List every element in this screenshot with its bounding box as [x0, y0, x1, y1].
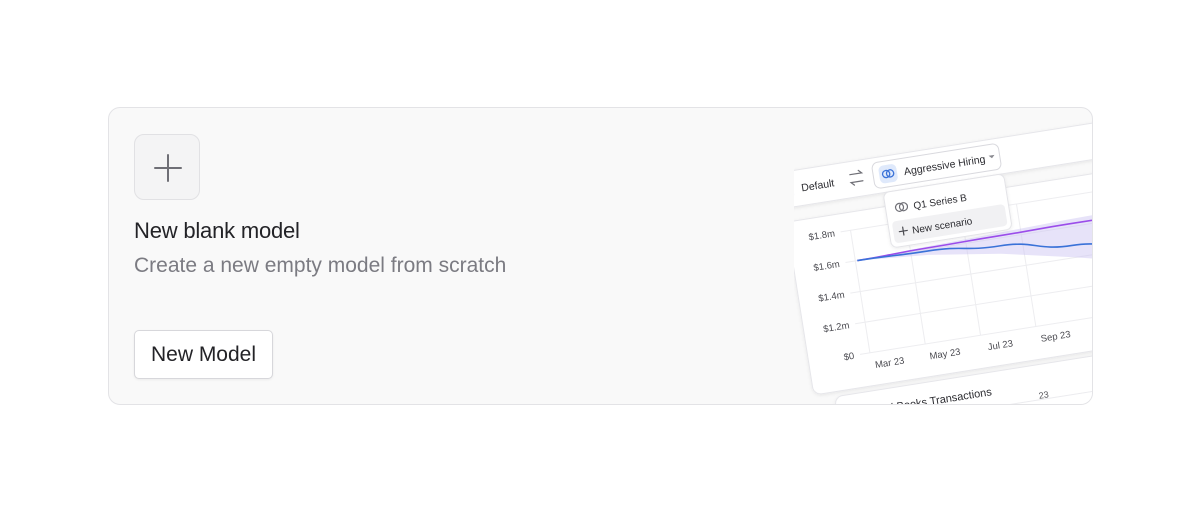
table-partial-value: 23	[1038, 389, 1049, 400]
new-model-tile[interactable]	[134, 134, 200, 200]
quickbooks-logo-icon	[846, 404, 863, 405]
new-blank-model-card[interactable]: New blank model Create a new empty model…	[108, 107, 1093, 405]
new-model-button[interactable]: New Model	[134, 330, 273, 379]
card-title: New blank model	[134, 218, 300, 243]
plus-icon	[154, 154, 182, 182]
product-illustration: $1.8m $1.6m $1.4m $1.2m $0 Mar 23 May 23 Jul 2…	[794, 108, 1092, 405]
card-description: Create a new empty model from scratch	[134, 254, 507, 277]
selected-scenario-icon	[878, 164, 898, 184]
y-tick-label: $0	[843, 351, 855, 364]
